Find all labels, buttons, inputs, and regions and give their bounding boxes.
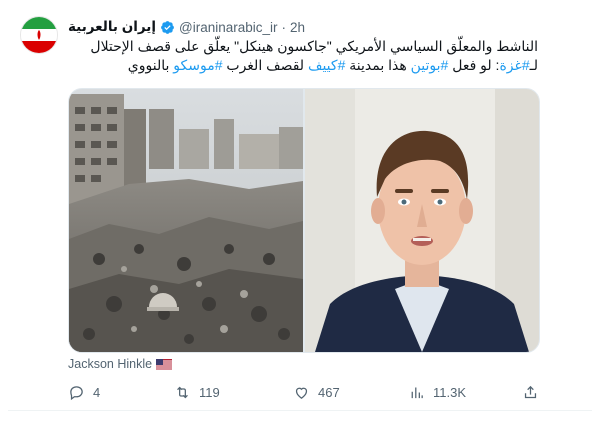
- share-button[interactable]: [522, 384, 539, 401]
- text-part: لقصف الغرب: [222, 57, 308, 73]
- views-count: 11.3K: [433, 384, 467, 400]
- hashtag-putin[interactable]: #بوتين: [411, 57, 449, 73]
- media-caption[interactable]: Jackson Hinkle: [68, 357, 173, 371]
- media-image-destruction[interactable]: [69, 89, 303, 352]
- like-count: 467: [318, 384, 340, 400]
- tweet-text: الناشط والمعلّق السياسي الأمريكي "جاكسون…: [68, 37, 538, 75]
- media-image-portrait[interactable]: [305, 89, 539, 352]
- like-button[interactable]: 467: [293, 384, 340, 401]
- heart-icon: [295, 387, 308, 399]
- caption-text: Jackson Hinkle: [68, 357, 153, 371]
- reply-count: 4: [93, 384, 101, 400]
- post-header: إيران بالعربية @iraninarabic_ir · 2h: [68, 18, 305, 36]
- text-part: : لو فعل: [448, 57, 500, 73]
- views-chart-icon: [411, 387, 423, 398]
- reply-icon: [70, 385, 83, 400]
- tweet[interactable]: إيران بالعربية @iraninarabic_ir · 2h الن…: [0, 0, 600, 423]
- handle[interactable]: @iraninarabic_ir: [179, 20, 278, 35]
- timestamp[interactable]: 2h: [290, 20, 305, 35]
- hashtag-kyiv[interactable]: #كييف: [308, 57, 345, 73]
- us-flag-icon: [156, 358, 173, 370]
- text-part: هذا بمدينة: [345, 57, 411, 73]
- divider: [8, 410, 592, 411]
- repost-count: 119: [199, 384, 220, 400]
- reply-button[interactable]: 4: [68, 384, 100, 401]
- repost-button[interactable]: 119: [174, 384, 220, 401]
- media-grid[interactable]: [68, 88, 540, 353]
- views-button[interactable]: 11.3K: [408, 384, 466, 401]
- share-icon: [524, 385, 537, 398]
- hashtag-moscow[interactable]: #موسكو: [173, 57, 222, 73]
- text-part: بالنووي: [127, 57, 174, 73]
- verified-badge-icon: [160, 20, 175, 35]
- separator: ·: [281, 19, 287, 35]
- emblem-icon: [37, 30, 41, 40]
- action-bar: 4 119 467 11.3K: [68, 382, 538, 402]
- hashtag-gaza[interactable]: #غزة: [499, 57, 529, 73]
- avatar[interactable]: [20, 16, 58, 54]
- repost-icon: [177, 386, 188, 398]
- display-name[interactable]: إيران بالعربية: [68, 19, 156, 35]
